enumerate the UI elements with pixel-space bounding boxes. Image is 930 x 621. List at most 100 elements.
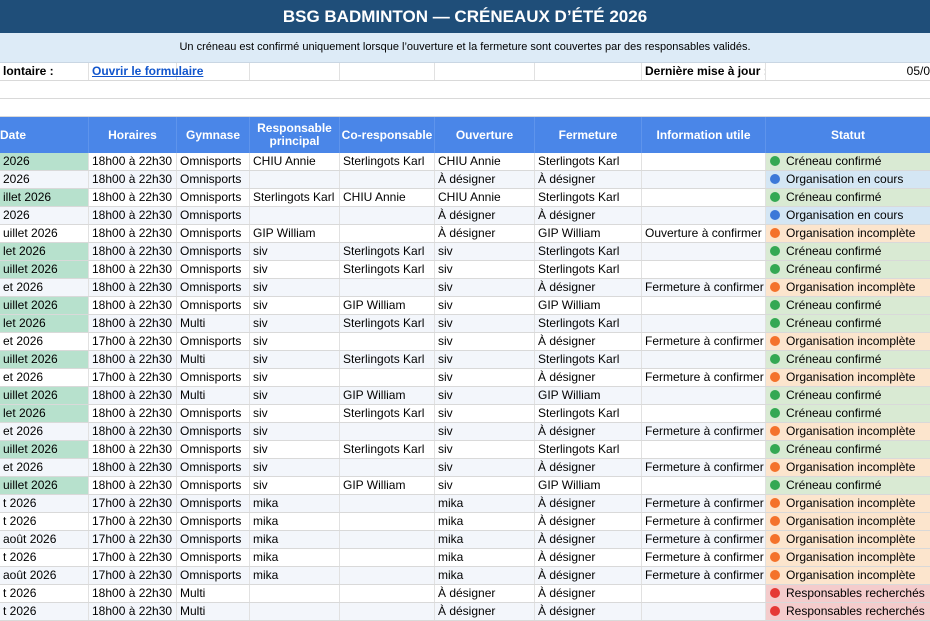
cell-horaires[interactable]: 18h00 à 22h30 xyxy=(89,441,177,458)
cell-fermeture[interactable]: À désigner xyxy=(535,513,642,530)
header-ouverture[interactable]: Ouverture xyxy=(435,117,535,153)
cell-horaires[interactable]: 18h00 à 22h30 xyxy=(89,171,177,188)
cell-responsable[interactable]: mika xyxy=(250,531,340,548)
cell-date[interactable]: t 2026 xyxy=(0,495,89,512)
header-statut[interactable]: Statut xyxy=(766,117,930,153)
table-row[interactable]: août 2026 17h00 à 22h30 Omnisports mika mika… xyxy=(0,531,930,549)
cell-responsable[interactable]: siv xyxy=(250,243,340,260)
cell-co-responsable[interactable]: GIP William xyxy=(340,387,435,404)
cell-responsable[interactable]: Sterlingots Karl xyxy=(250,189,340,206)
cell-date[interactable]: 2026 xyxy=(0,153,89,170)
cell-date[interactable]: uillet 2026 xyxy=(0,351,89,368)
cell-horaires[interactable]: 17h00 à 22h30 xyxy=(89,531,177,548)
cell-horaires[interactable]: 18h00 à 22h30 xyxy=(89,189,177,206)
cell-date[interactable]: uillet 2026 xyxy=(0,441,89,458)
cell-information[interactable] xyxy=(642,585,766,602)
cell-fermeture[interactable]: À désigner xyxy=(535,333,642,350)
cell-statut[interactable]: Créneau confirmé xyxy=(766,153,930,170)
cell-date[interactable]: t 2026 xyxy=(0,585,89,602)
cell-date[interactable]: illet 2026 xyxy=(0,189,89,206)
cell-horaires[interactable]: 18h00 à 22h30 xyxy=(89,243,177,260)
cell-responsable[interactable]: mika xyxy=(250,513,340,530)
cell-information[interactable] xyxy=(642,441,766,458)
cell-horaires[interactable]: 18h00 à 22h30 xyxy=(89,585,177,602)
table-row[interactable]: t 2026 18h00 à 22h30 Multi À désigner À dési… xyxy=(0,603,930,621)
cell-fermeture[interactable]: À désigner xyxy=(535,459,642,476)
cell-statut[interactable]: Organisation incomplète xyxy=(766,513,930,530)
cell-horaires[interactable]: 17h00 à 22h30 xyxy=(89,495,177,512)
cell-fermeture[interactable]: À désigner xyxy=(535,495,642,512)
cell-ouverture[interactable]: À désigner xyxy=(435,585,535,602)
cell-co-responsable[interactable]: GIP William xyxy=(340,477,435,494)
cell-horaires[interactable]: 18h00 à 22h30 xyxy=(89,387,177,404)
cell-statut[interactable]: Créneau confirmé xyxy=(766,261,930,278)
table-row[interactable]: août 2026 17h00 à 22h30 Omnisports mika mika… xyxy=(0,567,930,585)
cell-ouverture[interactable]: siv xyxy=(435,261,535,278)
cell-fermeture[interactable]: À désigner xyxy=(535,171,642,188)
cell-horaires[interactable]: 18h00 à 22h30 xyxy=(89,207,177,224)
cell-gymnase[interactable]: Omnisports xyxy=(177,189,250,206)
header-date[interactable]: Date xyxy=(0,117,89,153)
cell-fermeture[interactable]: GIP William xyxy=(535,225,642,242)
cell-statut[interactable]: Responsables recherchés xyxy=(766,585,930,602)
cell-ouverture[interactable]: mika xyxy=(435,567,535,584)
cell-co-responsable[interactable]: Sterlingots Karl xyxy=(340,405,435,422)
cell-gymnase[interactable]: Omnisports xyxy=(177,297,250,314)
cell-gymnase[interactable]: Omnisports xyxy=(177,441,250,458)
cell-information[interactable] xyxy=(642,171,766,188)
cell-co-responsable[interactable] xyxy=(340,531,435,548)
cell-fermeture[interactable]: À désigner xyxy=(535,207,642,224)
cell-horaires[interactable]: 17h00 à 22h30 xyxy=(89,333,177,350)
cell-responsable[interactable]: siv xyxy=(250,441,340,458)
cell-responsable[interactable] xyxy=(250,207,340,224)
header-responsable[interactable]: Responsable principal xyxy=(250,117,340,153)
table-row[interactable]: 2026 18h00 à 22h30 Omnisports À désigner À d… xyxy=(0,207,930,225)
cell-gymnase[interactable]: Multi xyxy=(177,387,250,404)
cell-horaires[interactable]: 18h00 à 22h30 xyxy=(89,297,177,314)
table-row[interactable]: t 2026 17h00 à 22h30 Omnisports mika mika À d… xyxy=(0,513,930,531)
cell-horaires[interactable]: 18h00 à 22h30 xyxy=(89,603,177,620)
cell-information[interactable]: Fermeture à confirmer xyxy=(642,369,766,386)
cell-gymnase[interactable]: Omnisports xyxy=(177,171,250,188)
cell-fermeture[interactable]: À désigner xyxy=(535,423,642,440)
cell-information[interactable] xyxy=(642,387,766,404)
cell-gymnase[interactable]: Omnisports xyxy=(177,369,250,386)
cell-co-responsable[interactable]: GIP William xyxy=(340,297,435,314)
cell-fermeture[interactable]: À désigner xyxy=(535,369,642,386)
table-row[interactable]: et 2026 17h00 à 22h30 Omnisports siv siv À dé… xyxy=(0,333,930,351)
cell-gymnase[interactable]: Omnisports xyxy=(177,495,250,512)
cell-information[interactable] xyxy=(642,243,766,260)
cell-horaires[interactable]: 18h00 à 22h30 xyxy=(89,315,177,332)
table-row[interactable]: let 2026 18h00 à 22h30 Omnisports siv Sterli… xyxy=(0,405,930,423)
cell-gymnase[interactable]: Omnisports xyxy=(177,225,250,242)
cell-fermeture[interactable]: À désigner xyxy=(535,531,642,548)
cell-information[interactable] xyxy=(642,477,766,494)
cell-date[interactable]: t 2026 xyxy=(0,549,89,566)
cell-fermeture[interactable]: GIP William xyxy=(535,297,642,314)
cell-fermeture[interactable]: Sterlingots Karl xyxy=(535,405,642,422)
cell-co-responsable[interactable] xyxy=(340,171,435,188)
table-row[interactable]: t 2026 17h00 à 22h30 Omnisports mika mika À d… xyxy=(0,549,930,567)
cell-responsable[interactable]: siv xyxy=(250,387,340,404)
cell-information[interactable] xyxy=(642,315,766,332)
cell-statut[interactable]: Créneau confirmé xyxy=(766,477,930,494)
cell-ouverture[interactable]: siv xyxy=(435,279,535,296)
cell-statut[interactable]: Créneau confirmé xyxy=(766,315,930,332)
cell-responsable[interactable]: siv xyxy=(250,261,340,278)
cell-fermeture[interactable]: À désigner xyxy=(535,279,642,296)
cell-information[interactable] xyxy=(642,405,766,422)
cell-responsable[interactable]: siv xyxy=(250,297,340,314)
cell-date[interactable]: t 2026 xyxy=(0,603,89,620)
cell-date[interactable]: et 2026 xyxy=(0,459,89,476)
cell-horaires[interactable]: 17h00 à 22h30 xyxy=(89,369,177,386)
cell-date[interactable]: 2026 xyxy=(0,207,89,224)
cell-information[interactable]: Fermeture à confirmer xyxy=(642,549,766,566)
cell-information[interactable]: Fermeture à confirmer xyxy=(642,423,766,440)
cell-fermeture[interactable]: À désigner xyxy=(535,585,642,602)
cell-gymnase[interactable]: Omnisports xyxy=(177,423,250,440)
cell-responsable[interactable]: mika xyxy=(250,549,340,566)
cell-responsable[interactable] xyxy=(250,603,340,620)
cell-statut[interactable]: Organisation incomplète xyxy=(766,459,930,476)
table-row[interactable]: uillet 2026 18h00 à 22h30 Omnisports siv GIP… xyxy=(0,297,930,315)
table-row[interactable]: uillet 2026 18h00 à 22h30 Omnisports siv Ste… xyxy=(0,261,930,279)
